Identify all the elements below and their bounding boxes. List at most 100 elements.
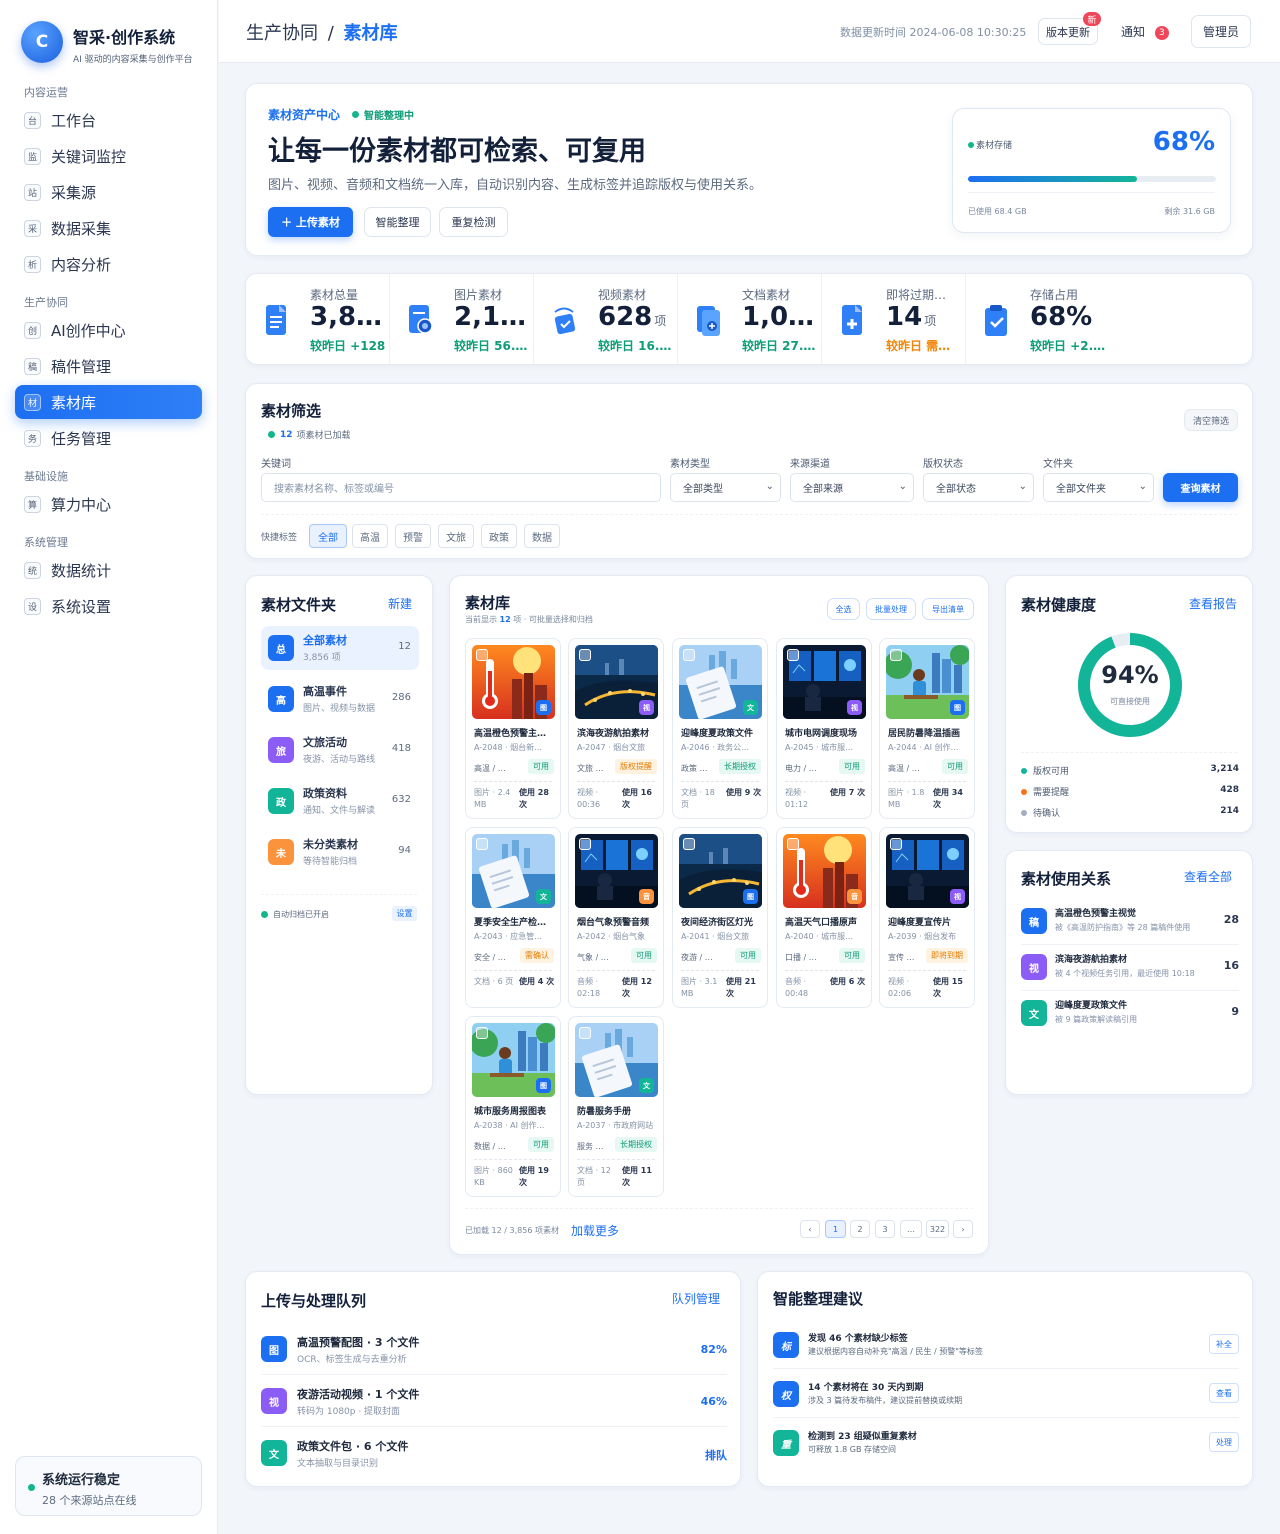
- view-all-link[interactable]: 查看全部: [1184, 868, 1232, 885]
- sidebar-item-label: 数据统计: [51, 561, 112, 580]
- nav-glyph-icon: 材: [24, 393, 41, 411]
- sidebar-item[interactable]: 设系统设置: [15, 589, 202, 623]
- sidebar-item[interactable]: 监关键词监控: [15, 139, 202, 173]
- relation-icon: 稿: [1021, 908, 1047, 934]
- folder-item[interactable]: 未未分类素材 等待智能归档 94: [261, 830, 419, 874]
- folder-item[interactable]: 旅文旅活动 夜游、活动与路线 418: [261, 728, 419, 772]
- quick-tag[interactable]: 高温: [352, 524, 388, 548]
- material-id: A-2043 · 应急管…: [474, 932, 543, 941]
- select-checkbox[interactable]: [579, 1027, 591, 1039]
- select-checkbox[interactable]: [787, 838, 799, 850]
- folder-item[interactable]: 高高温事件 图片、视频与数据 286: [261, 677, 419, 721]
- material-card[interactable]: 视城市电网调度现场 A-2045 · 城市服… 电力 / 现场 可用 视频 · 01:1…: [776, 638, 872, 819]
- admin-menu-button[interactable]: 管理员: [1191, 15, 1251, 48]
- load-more-link[interactable]: 加载更多: [571, 1222, 619, 1239]
- quick-tag[interactable]: 全部: [309, 524, 347, 548]
- select-checkbox[interactable]: [683, 838, 695, 850]
- select-checkbox[interactable]: [683, 649, 695, 661]
- material-card[interactable]: 图居民防暑降温插画 A-2044 · AI 创作… 高温 / 民生 可用 图片 · 1.…: [879, 638, 975, 819]
- quick-tag[interactable]: 文旅: [438, 524, 474, 548]
- pagination-item[interactable]: ‹: [800, 1220, 820, 1238]
- legend-value: 214: [1220, 806, 1239, 816]
- sidebar-item-label: 内容分析: [51, 255, 112, 274]
- clear-filter-button[interactable]: 清空筛选: [1184, 409, 1238, 431]
- loaded-text: 项素材已加载: [296, 431, 351, 441]
- quick-tag[interactable]: 数据: [524, 524, 560, 548]
- quick-tag[interactable]: 政策: [481, 524, 517, 548]
- select-checkbox[interactable]: [890, 838, 902, 850]
- sidebar-item[interactable]: 创 AI创作中心: [15, 313, 202, 347]
- pagination-item[interactable]: 3: [875, 1220, 895, 1238]
- query-button[interactable]: 查询素材: [1163, 473, 1238, 502]
- material-card[interactable]: 图高温橙色预警主… A-2048 · 烟台新… 高温 / 预警 可用 图片 · 2.4 …: [465, 638, 561, 819]
- folder-select-value: 全部文件夹: [1056, 484, 1106, 495]
- queue-manage-link[interactable]: 队列管理: [672, 1290, 720, 1307]
- material-card[interactable]: 文夏季安全生产检… A-2043 · 应急管… 安全 / … 需确认 文档 · 6 页使…: [465, 827, 561, 1008]
- duplicate-check-button[interactable]: 重复检测: [439, 207, 508, 237]
- suggestion-icon: 重: [773, 1430, 799, 1456]
- quick-tag[interactable]: 预警: [395, 524, 431, 548]
- loaded-count-text: 12 项素材已加载: [268, 428, 351, 441]
- pagination-item[interactable]: 322: [926, 1220, 949, 1238]
- pagination-item[interactable]: ›: [953, 1220, 973, 1238]
- keyword-search-input[interactable]: 搜索素材名称、标签或编号: [261, 473, 661, 502]
- breadcrumb-parent[interactable]: 生产协同: [246, 23, 318, 44]
- pagination-item[interactable]: …: [900, 1220, 922, 1238]
- folder-item[interactable]: 政政策资料 通知、文件与解读 632: [261, 779, 419, 823]
- sidebar-item[interactable]: 务任务管理: [15, 421, 202, 455]
- sidebar-item[interactable]: 采数据采集: [15, 211, 202, 245]
- material-card[interactable]: 文防暑服务手册 A-2037 · 市政府网站 服务 … 长期授权 文档 · 12 页使用…: [568, 1016, 664, 1197]
- pagination-item[interactable]: 1: [825, 1220, 846, 1238]
- sidebar-item[interactable]: 稿稿件管理: [15, 349, 202, 383]
- copyright-select[interactable]: 全部状态 ⌄: [923, 473, 1034, 502]
- smart-organize-button[interactable]: 智能整理: [364, 207, 431, 237]
- material-card[interactable]: 音烟台气象预警音频 A-2042 · 烟台气象 气象 / 预警 可用 音频 · 02:1…: [568, 827, 664, 1008]
- version-update-button[interactable]: 版本更新 新: [1038, 12, 1101, 45]
- material-card[interactable]: 视迎峰度夏宣传片 A-2039 · 烟台发布 宣传 … 即将到期 视频 · 02:06 使…: [879, 827, 975, 1008]
- new-folder-link[interactable]: 新建: [388, 595, 412, 612]
- material-thumbnail: 图: [679, 834, 762, 908]
- material-card[interactable]: 视滨海夜游航拍素材 A-2047 · 烟台文旅 文旅 … 版权提醒 视频 · 00:36…: [568, 638, 664, 819]
- material-usage: 使用 15 次: [933, 977, 963, 998]
- sidebar-item[interactable]: 算算力中心: [15, 487, 202, 521]
- select-all-button[interactable]: 全选: [827, 598, 860, 620]
- suggestion-action-button[interactable]: 处理: [1209, 1432, 1239, 1452]
- material-card[interactable]: 图城市服务周报图表 A-2038 · AI 创作… 数据 / 周报 可用 图片 · 86…: [465, 1016, 561, 1197]
- notification-button[interactable]: 通知 3: [1121, 23, 1169, 40]
- select-checkbox[interactable]: [579, 838, 591, 850]
- queue-item[interactable]: 文政策文件包 · 6 个文件 文本抽取与目录识别 排队: [261, 1432, 727, 1482]
- select-checkbox[interactable]: [476, 649, 488, 661]
- sidebar-item[interactable]: 统数据统计: [15, 553, 202, 587]
- select-checkbox[interactable]: [787, 649, 799, 661]
- relation-item[interactable]: 稿高温橙色预警主视觉 被《高温防护指南》等 28 篇稿件使用 28: [1021, 900, 1239, 945]
- suggestion-action-button[interactable]: 补全: [1209, 1334, 1239, 1354]
- pagination-item[interactable]: 2: [850, 1220, 870, 1238]
- material-card[interactable]: 文迎峰度夏政策文件 A-2046 · 政务公… 政策 … 长期授权 文档 · 18 页 使…: [672, 638, 768, 819]
- queue-item[interactable]: 视夜游活动视频 · 1 个文件 转码为 1080p · 提取封面 46%: [261, 1380, 727, 1430]
- sidebar-item[interactable]: 台工作台: [15, 103, 202, 137]
- select-checkbox[interactable]: [476, 838, 488, 850]
- view-report-link[interactable]: 查看报告: [1189, 595, 1237, 612]
- export-list-button[interactable]: 导出清单: [922, 598, 974, 620]
- relation-item[interactable]: 视滨海夜游航拍素材被 4 个视频任务引用，最近使用 10:18 16: [1021, 946, 1239, 991]
- select-checkbox[interactable]: [476, 1027, 488, 1039]
- type-select[interactable]: 全部类型 ⌄: [670, 473, 781, 502]
- folder-item[interactable]: 总全部素材 3,856 项 12: [261, 626, 419, 670]
- select-checkbox[interactable]: [890, 649, 902, 661]
- sidebar-item[interactable]: 析内容分析: [15, 247, 202, 281]
- sidebar-item[interactable]: 站采集源: [15, 175, 202, 209]
- stat-number: 68%: [1030, 302, 1093, 332]
- suggestion-action-button[interactable]: 查看: [1209, 1383, 1239, 1403]
- material-card[interactable]: 图夜间经济街区灯光 A-2041 · 烟台文旅 夜游 / 城市 可用 图片 · 3.1 …: [672, 827, 768, 1008]
- select-checkbox[interactable]: [579, 649, 591, 661]
- breadcrumb-current: 素材库: [343, 23, 398, 44]
- auto-archive-settings-button[interactable]: 设置: [392, 906, 417, 921]
- batch-process-button[interactable]: 批量处理: [866, 598, 916, 620]
- sidebar-item[interactable]: 材素材库: [15, 385, 202, 419]
- material-card[interactable]: 音高温天气口播原声 A-2040 · 城市服… 口播 / 高温 可用 音频 · 00:4…: [776, 827, 872, 1008]
- relation-item[interactable]: 文迎峰度夏政策文件被 9 篇政策解读稿引用 9: [1021, 992, 1239, 1036]
- queue-item[interactable]: 图高温预警配图 · 3 个文件 OCR、标签生成与去重分析 82%: [261, 1328, 727, 1378]
- source-select[interactable]: 全部来源 ⌄: [790, 473, 914, 502]
- folder-select[interactable]: 全部文件夹 ⌄: [1043, 473, 1154, 502]
- upload-material-button[interactable]: ＋ 上传素材: [268, 207, 353, 237]
